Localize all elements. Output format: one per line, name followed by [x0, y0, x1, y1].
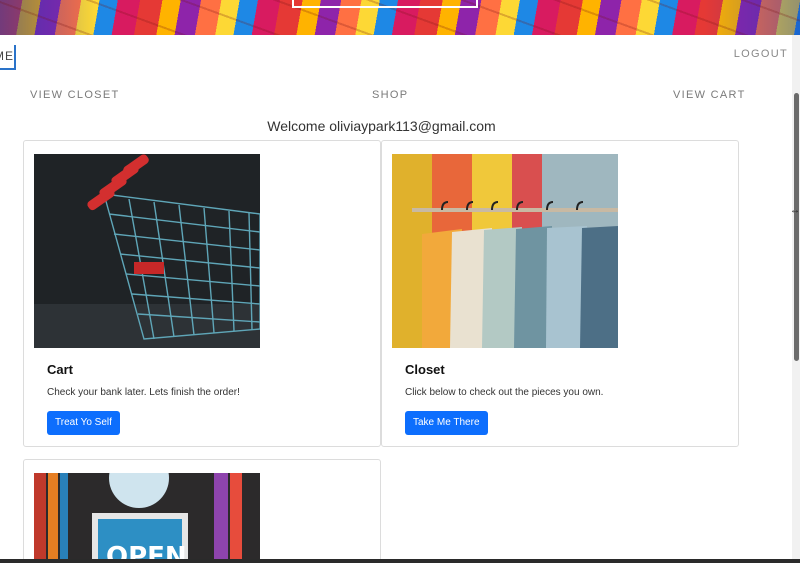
closet-card-text: Click below to check out the pieces you … [405, 387, 604, 398]
treat-yo-self-button[interactable]: Treat Yo Self [47, 411, 120, 435]
resize-cursor-icon: ↔ [790, 205, 800, 216]
scrollbar-thumb[interactable] [794, 93, 799, 361]
cart-card-title: Cart [47, 362, 74, 377]
closet-card: Closet Click below to check out the piec… [381, 140, 739, 447]
scrollbar[interactable] [792, 35, 800, 563]
nav-logout[interactable]: LOGOUT [734, 48, 788, 60]
cart-card: Cart Check your bank later. Lets finish … [23, 140, 381, 447]
clothes-rack-photo [392, 154, 618, 348]
view-closet-link[interactable]: VIEW CLOSET [30, 89, 119, 101]
window-bottom-edge [0, 559, 800, 563]
welcome-message: Welcome oliviaypark113@gmail.com [267, 118, 496, 134]
shopping-carts-photo [34, 154, 260, 348]
take-me-there-button[interactable]: Take Me There [405, 411, 488, 435]
nav-home[interactable]: HOME [0, 45, 16, 70]
shop-link[interactable]: SHOP [372, 89, 408, 101]
cart-card-text: Check your bank later. Lets finish the o… [47, 387, 240, 398]
shop-card: OPEN [23, 459, 381, 563]
banner-title-frame [292, 0, 478, 8]
closet-card-title: Closet [405, 362, 445, 377]
open-sign-photo: OPEN [34, 473, 260, 563]
view-cart-link[interactable]: VIEW CART [673, 89, 746, 101]
